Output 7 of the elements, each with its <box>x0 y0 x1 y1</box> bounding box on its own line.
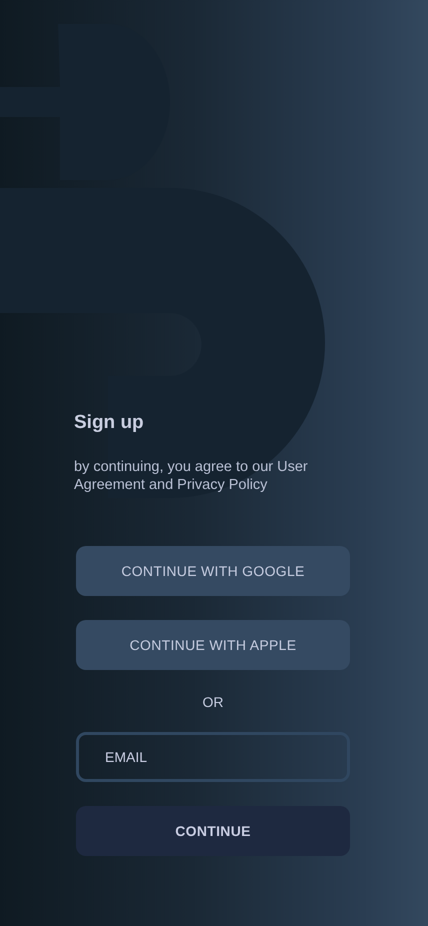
sign-up-title: Sign up <box>74 412 145 434</box>
email-field[interactable]: EMAIL <box>76 732 350 782</box>
social-sign-in-button[interactable]: CONTINUE WITH GOOGLE <box>76 546 350 596</box>
or-divider-text: OR <box>202 694 224 710</box>
continue-button[interactable]: CONTINUE <box>76 806 350 856</box>
agreement-text: by continuing, you agree to our User Agreement and Privacy Policy <box>74 458 309 494</box>
social-sign-in-button[interactable]: CONTINUE WITH APPLE <box>76 620 350 670</box>
